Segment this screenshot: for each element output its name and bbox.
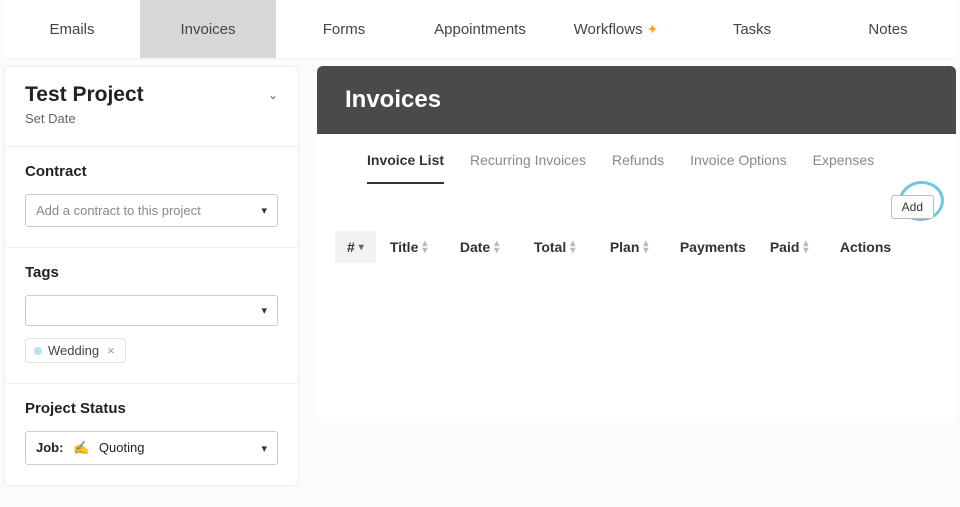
tab-label: Notes xyxy=(868,21,907,38)
add-row: Add xyxy=(317,185,956,231)
col-label: Title xyxy=(390,239,419,255)
col-payments[interactable]: Payments xyxy=(680,239,770,255)
status-section: Project Status Job: ✍ Quoting ▾ xyxy=(5,383,298,485)
col-label: Payments xyxy=(680,239,746,255)
subtab-refunds[interactable]: Refunds xyxy=(612,152,664,184)
tags-heading: Tags xyxy=(25,264,278,281)
col-title[interactable]: Title ▴▾ xyxy=(390,239,460,255)
chevron-down-icon[interactable]: ⌄ xyxy=(268,88,278,102)
tags-section: Tags ▾ Wedding × xyxy=(5,247,298,383)
contract-heading: Contract xyxy=(25,163,278,180)
tab-tasks[interactable]: Tasks xyxy=(684,0,820,58)
tab-appointments[interactable]: Appointments xyxy=(412,0,548,58)
col-label: Total xyxy=(534,239,566,255)
contract-placeholder: Add a contract to this project xyxy=(36,203,201,218)
sub-nav: Invoice List Recurring Invoices Refunds … xyxy=(317,134,956,185)
col-plan[interactable]: Plan ▴▾ xyxy=(610,239,680,255)
tag-remove-icon[interactable]: × xyxy=(105,343,117,358)
tab-invoices[interactable]: Invoices xyxy=(140,0,276,58)
status-value: Job: ✍ Quoting xyxy=(36,440,144,456)
tab-label: Tasks xyxy=(733,21,771,38)
tab-label: Invoices xyxy=(180,21,235,38)
contract-section: Contract Add a contract to this project … xyxy=(5,146,298,247)
caret-down-icon: ▾ xyxy=(261,204,267,217)
table-header: # ▾ Title ▴▾ Date ▴▾ Total ▴▾ Plan ▴▾ xyxy=(317,231,956,273)
col-label: Paid xyxy=(770,239,800,255)
tag-chip: Wedding × xyxy=(25,338,126,363)
col-label: Plan xyxy=(610,239,640,255)
subtab-invoice-list[interactable]: Invoice List xyxy=(367,152,444,184)
col-date[interactable]: Date ▴▾ xyxy=(460,239,534,255)
tab-label: Workflows xyxy=(574,21,643,38)
col-label: # xyxy=(347,239,355,255)
set-date-link[interactable]: Set Date xyxy=(25,111,278,126)
tab-label: Emails xyxy=(49,21,94,38)
sort-icon: ▴▾ xyxy=(803,240,808,254)
project-title: Test Project xyxy=(25,83,144,107)
subtab-expenses[interactable]: Expenses xyxy=(813,152,874,184)
tab-label: Appointments xyxy=(434,21,526,38)
contract-select[interactable]: Add a contract to this project ▾ xyxy=(25,194,278,227)
tag-label: Wedding xyxy=(48,343,99,358)
col-label: Date xyxy=(460,239,490,255)
sort-icon: ▴▾ xyxy=(643,240,648,254)
table-body-empty xyxy=(317,273,956,423)
col-actions: Actions xyxy=(840,239,910,255)
subtab-options[interactable]: Invoice Options xyxy=(690,152,787,184)
sort-icon: ▴▾ xyxy=(422,240,427,254)
add-button[interactable]: Add xyxy=(891,195,934,219)
tab-emails[interactable]: Emails xyxy=(4,0,140,58)
top-nav: Emails Invoices Forms Appointments Workf… xyxy=(4,0,956,58)
col-label: Actions xyxy=(840,239,891,255)
caret-down-icon: ▾ xyxy=(261,442,267,455)
col-total[interactable]: Total ▴▾ xyxy=(534,239,610,255)
job-label: Job: xyxy=(36,440,63,455)
status-select[interactable]: Job: ✍ Quoting ▾ xyxy=(25,431,278,465)
project-header-section: Test Project ⌄ Set Date xyxy=(5,67,298,146)
tab-workflows[interactable]: Workflows✦ xyxy=(548,0,684,58)
caret-down-icon: ▾ xyxy=(261,304,267,317)
main-area: Invoices Invoice List Recurring Invoices… xyxy=(317,66,956,486)
sidebar: Test Project ⌄ Set Date Contract Add a c… xyxy=(4,66,299,486)
invoices-panel: Invoices Invoice List Recurring Invoices… xyxy=(317,66,956,423)
tag-dot-icon xyxy=(34,347,42,355)
sort-icon: ▴▾ xyxy=(570,240,575,254)
caret-down-icon: ▾ xyxy=(359,242,364,253)
tags-select[interactable]: ▾ xyxy=(25,295,278,326)
panel-title: Invoices xyxy=(317,66,956,134)
quoting-icon: ✍ xyxy=(73,440,89,455)
status-heading: Project Status xyxy=(25,400,278,417)
tab-label: Forms xyxy=(323,21,366,38)
sparkle-icon: ✦ xyxy=(647,21,659,38)
tab-forms[interactable]: Forms xyxy=(276,0,412,58)
sort-icon: ▴▾ xyxy=(494,240,499,254)
col-paid[interactable]: Paid ▴▾ xyxy=(770,239,840,255)
subtab-recurring[interactable]: Recurring Invoices xyxy=(470,152,586,184)
col-number[interactable]: # ▾ xyxy=(335,231,376,263)
job-value: Quoting xyxy=(99,440,145,455)
tab-notes[interactable]: Notes xyxy=(820,0,956,58)
